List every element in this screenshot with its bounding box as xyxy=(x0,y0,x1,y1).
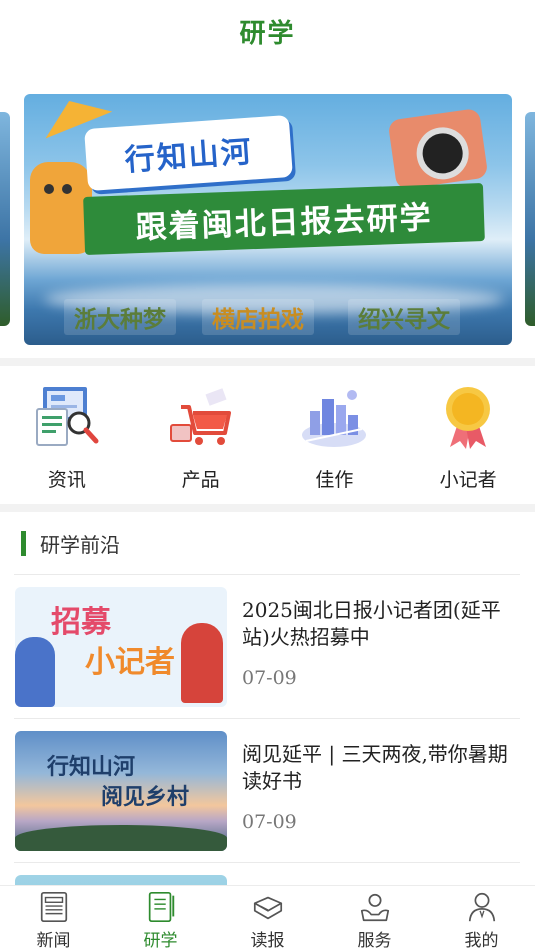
tab-label: 新闻 xyxy=(36,931,71,951)
quicknav-reporter[interactable]: 小记者 xyxy=(401,367,535,505)
banner-tag-text: 行知山河 xyxy=(123,134,254,179)
quicknav-works[interactable]: 佳作 xyxy=(268,367,402,505)
banner-slide[interactable]: 行知山河 跟着闽北日报去研学 浙大种梦 横店拍戏 绍兴寻文 xyxy=(24,94,512,345)
thumbnail-text: 招募 xyxy=(51,605,111,640)
banner-carousel[interactable]: 行知山河 跟着闽北日报去研学 浙大种梦 横店拍戏 绍兴寻文 xyxy=(0,92,535,348)
quicknav-products[interactable]: 产品 xyxy=(134,367,268,505)
shopping-cart-icon xyxy=(169,388,231,445)
tab-label: 读报 xyxy=(250,931,285,951)
reporter-illustration xyxy=(181,623,223,703)
bottom-tab-bar: 新闻 研学 读报 服务 我的 xyxy=(0,885,535,951)
separator xyxy=(14,862,520,863)
hills-illustration xyxy=(15,825,227,851)
section-divider xyxy=(0,504,535,512)
tab-mine[interactable]: 我的 xyxy=(428,886,535,951)
banner-tag: 行知山河 xyxy=(84,114,293,192)
article-item[interactable]: 行知山河 阅见乡村 阅见延平 | 三天两夜,带你暑期读好书 07-09 xyxy=(15,731,521,853)
article-title: 阅见延平 | 三天两夜,带你暑期读好书 xyxy=(242,742,508,793)
tab-label: 我的 xyxy=(464,931,499,951)
tab-news[interactable]: 新闻 xyxy=(0,886,107,951)
thumbnail-text: 行知山河 xyxy=(47,755,136,780)
kid-illustration xyxy=(15,637,55,707)
tab-read[interactable]: 读报 xyxy=(214,886,321,951)
banner-subtitle: 浙大种梦 xyxy=(64,299,176,335)
quicknav-label: 佳作 xyxy=(315,469,354,491)
article-thumbnail: 行知山河 阅见乡村 xyxy=(15,731,227,851)
banner-subtitle: 绍兴寻文 xyxy=(348,299,460,335)
medal-icon xyxy=(446,387,491,449)
page-title: 研学 xyxy=(239,18,296,49)
quicknav-label: 小记者 xyxy=(439,469,497,491)
quicknav-label: 资讯 xyxy=(47,469,86,491)
quicknav-label: 产品 xyxy=(181,469,220,491)
news-report-icon xyxy=(35,387,99,446)
carousel-prev-card[interactable] xyxy=(0,112,10,326)
quick-nav: 资讯 产品 佳作 小记者 xyxy=(0,367,535,505)
article-date: 07-09 xyxy=(242,811,297,833)
article-title: 2025闽北日报小记者团(延平站)火热招募中 xyxy=(242,598,501,649)
newspaper-icon xyxy=(40,891,67,923)
tab-label: 研学 xyxy=(143,931,178,951)
tab-service[interactable]: 服务 xyxy=(321,886,428,951)
carousel-next-card[interactable] xyxy=(525,112,535,326)
city-buildings-icon xyxy=(302,390,367,447)
section-title: 研学前沿 xyxy=(40,532,120,557)
reading-icon xyxy=(253,896,282,920)
thumbnail-text: 阅见乡村 xyxy=(101,785,190,810)
banner-subtitle: 横店拍戏 xyxy=(202,299,314,335)
section-accent-bar xyxy=(21,530,26,556)
article-thumbnail: 招募 小记者 xyxy=(15,587,227,707)
tab-study[interactable]: 研学 xyxy=(107,886,214,951)
separator xyxy=(14,718,520,719)
quicknav-news[interactable]: 资讯 xyxy=(0,367,134,505)
camera-icon xyxy=(387,107,489,191)
article-date: 07-09 xyxy=(242,667,297,689)
section-divider xyxy=(0,358,535,366)
separator xyxy=(14,574,520,575)
notebook-icon xyxy=(148,891,174,923)
service-hands-icon xyxy=(360,893,389,922)
user-icon xyxy=(468,892,495,922)
thumbnail-text: 小记者 xyxy=(85,645,175,680)
top-bar: 研学 xyxy=(0,0,535,62)
banner-headline: 跟着闽北日报去研学 xyxy=(83,183,485,255)
article-item[interactable]: 招募 小记者 2025闽北日报小记者团(延平站)火热招募中 07-09 xyxy=(15,587,521,709)
tab-label: 服务 xyxy=(357,931,392,951)
section-header: 研学前沿 xyxy=(0,512,535,574)
banner-headline-text: 跟着闽北日报去研学 xyxy=(135,199,434,246)
